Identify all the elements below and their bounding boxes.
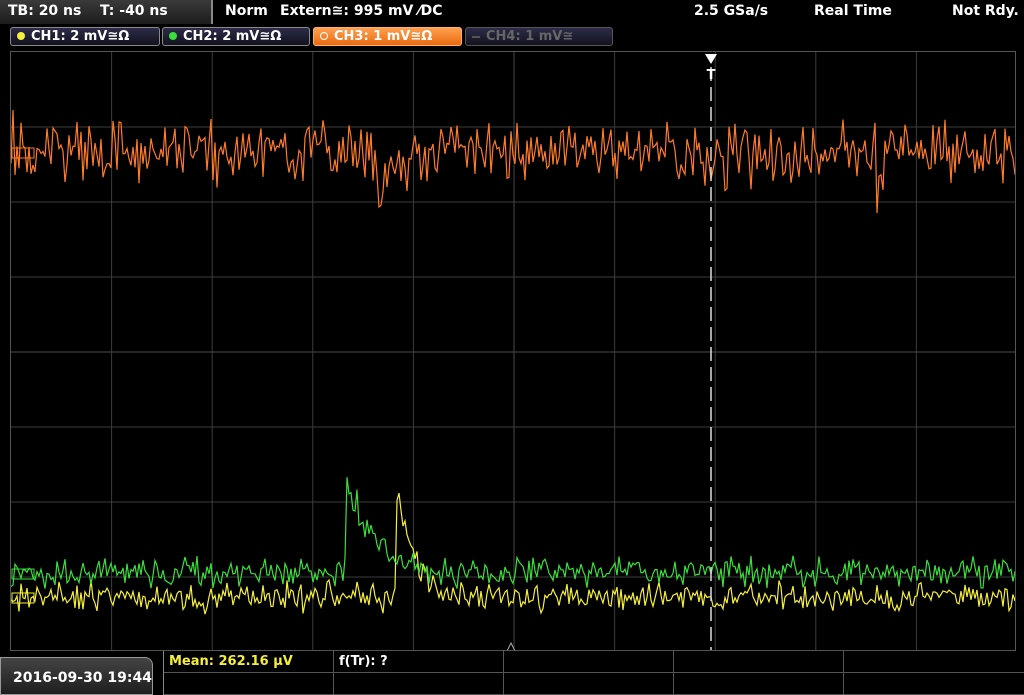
meas-cell-5 xyxy=(844,651,1024,673)
ch1-label: CH1: 2 mV≅Ω xyxy=(31,29,130,44)
waveform-display[interactable]: T xyxy=(10,51,1016,651)
measurement-ftr[interactable]: f(Tr): ? xyxy=(339,654,388,669)
meas-cell-10 xyxy=(844,673,1024,695)
acquisition-mode: Real Time xyxy=(814,3,892,19)
waveform-canvas: T xyxy=(11,52,1015,650)
timebase-panel[interactable]: TB: 20 ns T: -40 ns xyxy=(0,0,213,24)
sample-rate: 2.5 GSa/s xyxy=(694,3,769,19)
trigger-mode[interactable]: Norm xyxy=(225,3,268,19)
datetime-label: 2016-09-30 19:44 xyxy=(13,670,152,686)
measurement-panel[interactable]: Mean: 262.16 µV f(Tr): ? xyxy=(163,651,1024,695)
ch2-indicator-icon xyxy=(169,32,177,40)
channel-bar: CH1: 2 mV≅Ω CH2: 2 mV≅Ω CH3: 1 mV≅Ω CH4:… xyxy=(0,26,1024,48)
bottom-bar: 2016-09-30 19:44 Mean: 262.16 µV f(Tr): … xyxy=(0,651,1024,695)
channel-ch4-button[interactable]: CH4: 1 mV≅ xyxy=(465,27,613,46)
meas-cell-9 xyxy=(674,673,844,695)
channel-ch1-button[interactable]: CH1: 2 mV≅Ω xyxy=(10,27,160,46)
ch3-indicator-icon xyxy=(320,32,328,40)
meas-cell-6 xyxy=(164,673,334,695)
ch3-ground-marker-icon xyxy=(11,147,35,159)
meas-cell-7 xyxy=(334,673,504,695)
channel-ch3-button[interactable]: CH3: 1 mV≅Ω xyxy=(313,27,462,46)
ch2-label: CH2: 2 mV≅Ω xyxy=(183,29,282,44)
trigger-source[interactable]: Extern≅: 995 mV ⁄DC xyxy=(280,3,442,19)
trigger-time-label: T: -40 ns xyxy=(100,3,168,19)
measurement-mean[interactable]: Mean: 262.16 µV xyxy=(169,654,293,669)
status-bar: TB: 20 ns T: -40 ns Norm Extern≅: 995 mV… xyxy=(0,0,1024,24)
ch4-label: CH4: 1 mV≅ xyxy=(486,29,574,44)
acquisition-status: Not Rdy. xyxy=(952,3,1019,19)
ch4-indicator-icon xyxy=(472,36,480,38)
meas-cell-1: Mean: 262.16 µV xyxy=(164,651,334,673)
timebase-label: TB: 20 ns xyxy=(8,3,82,19)
ch1-indicator-icon xyxy=(17,32,25,40)
channel-ch2-button[interactable]: CH2: 2 mV≅Ω xyxy=(162,27,310,46)
meas-cell-4 xyxy=(674,651,844,673)
meas-cell-2: f(Tr): ? xyxy=(334,651,504,673)
meas-cell-3 xyxy=(504,651,674,673)
ch3-label: CH3: 1 mV≅Ω xyxy=(334,29,433,44)
meas-cell-8 xyxy=(504,673,674,695)
datetime-panel: 2016-09-30 19:44 xyxy=(0,657,153,695)
trigger-marker-label: T xyxy=(707,68,716,83)
